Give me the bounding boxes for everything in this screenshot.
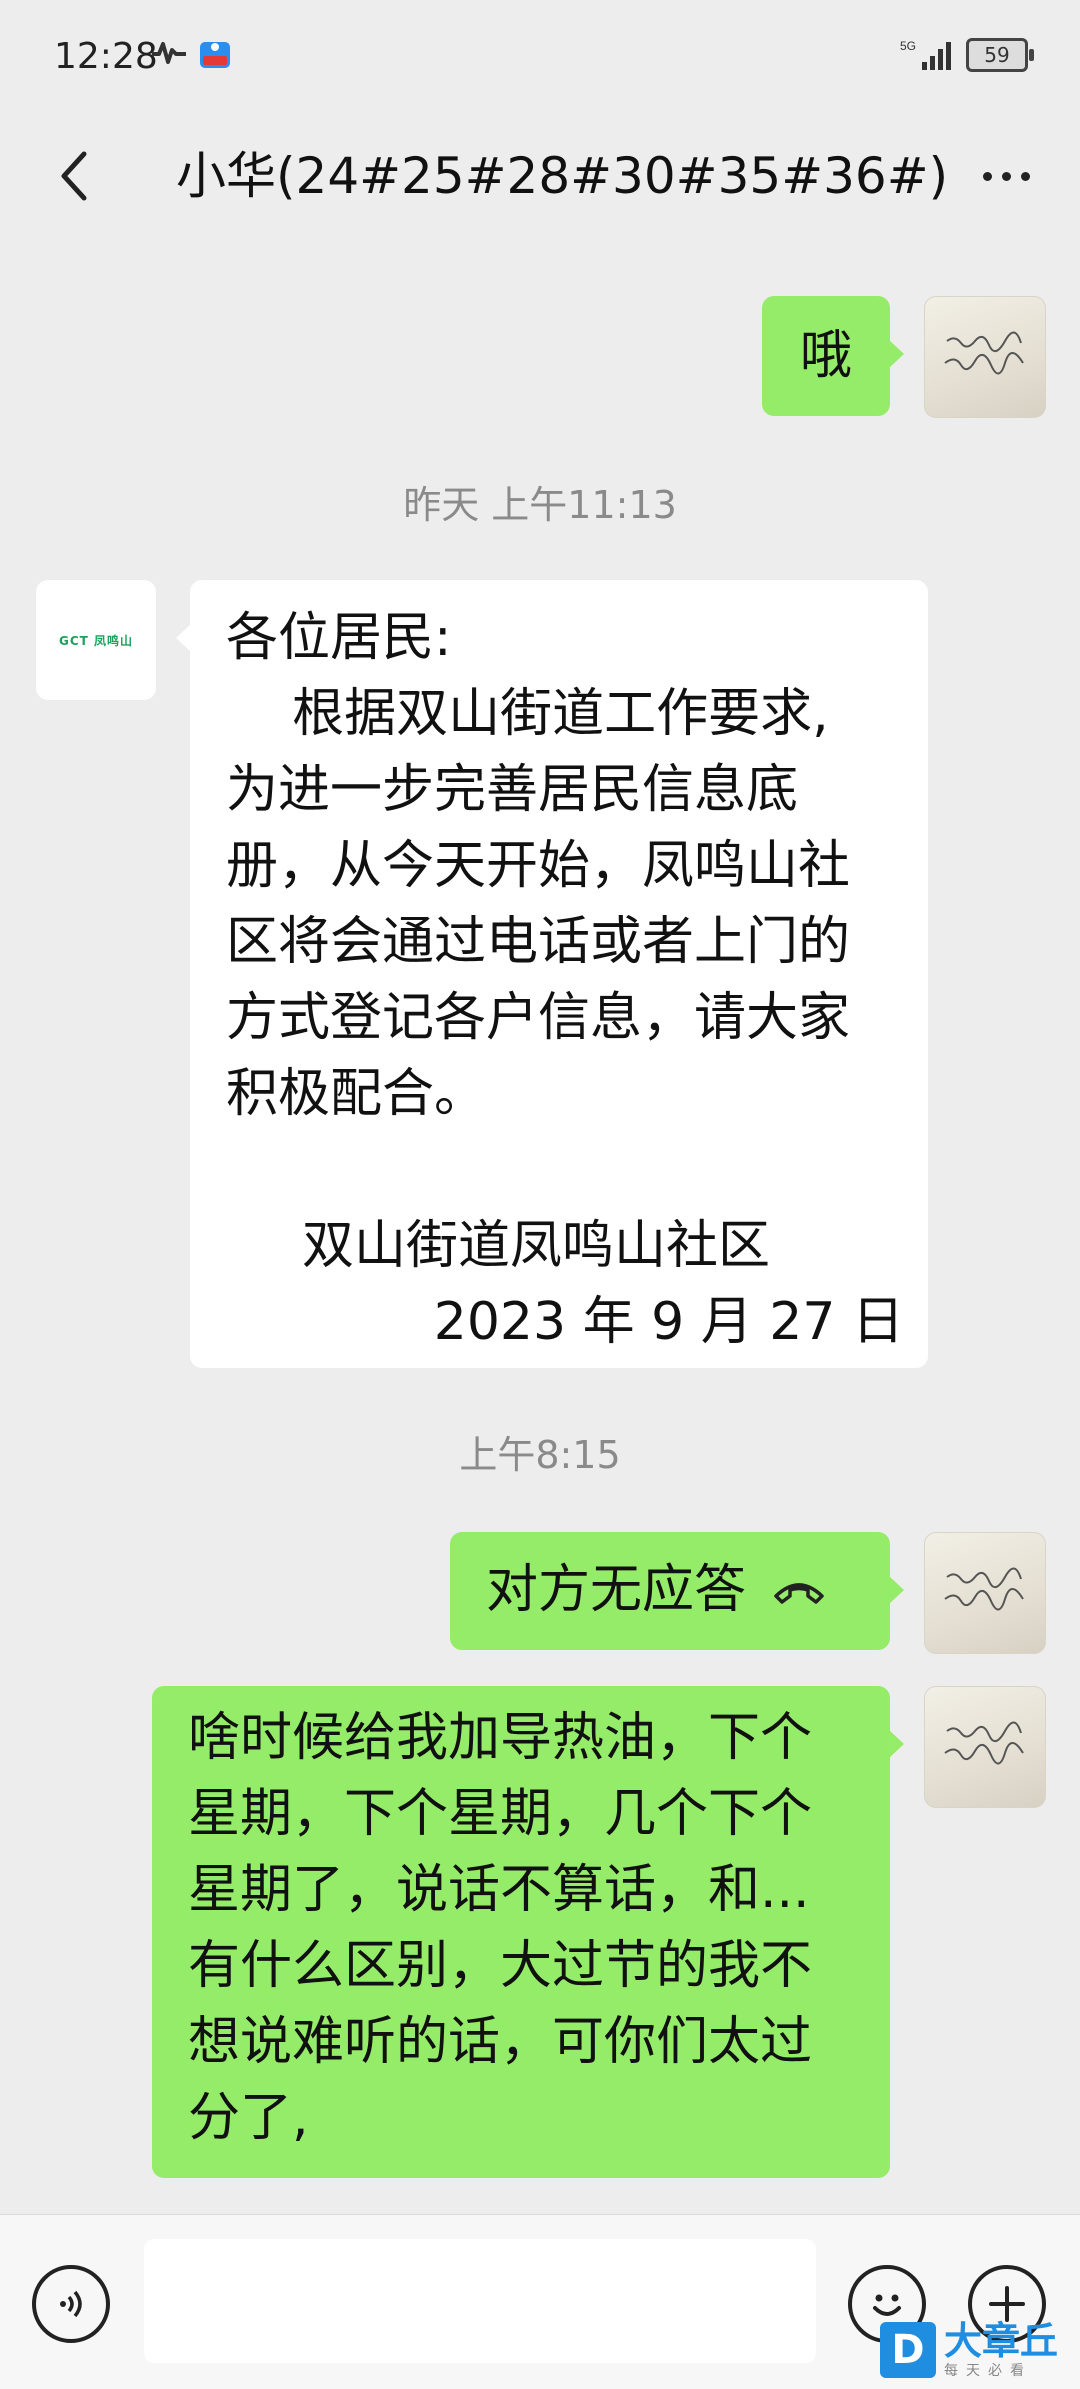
handwriting-avatar-image bbox=[944, 1567, 1024, 1611]
more-options-button[interactable] bbox=[970, 140, 1042, 212]
avatar-self[interactable] bbox=[924, 1532, 1046, 1654]
more-dots-icon bbox=[982, 171, 992, 181]
app-notification-icon bbox=[200, 42, 230, 68]
timestamp: 上午8:15 bbox=[459, 1433, 621, 1477]
notice-line: 区将会通过电话或者上门的 bbox=[226, 912, 851, 972]
avatar-self[interactable] bbox=[924, 1686, 1046, 1808]
chat-title: 小华(24#25#28#30#35#36#) bbox=[176, 147, 949, 205]
handwriting-avatar-image bbox=[944, 1721, 1024, 1765]
message-line: 星期了，说话不算话，和... bbox=[188, 1860, 810, 1920]
org-logo: GCT 凤鸣山 bbox=[58, 633, 134, 648]
message-line: 有什么区别，大过节的我不 bbox=[188, 1936, 813, 1996]
notice-line: 册，从今天开始，凤鸣山社 bbox=[226, 836, 851, 896]
battery-icon: 59 bbox=[966, 38, 1034, 72]
notice-line: 方式登记各户信息，请大家 bbox=[226, 988, 851, 1048]
watermark-title: 大章丘 bbox=[944, 2319, 1059, 2363]
signal-label: 5G bbox=[900, 39, 916, 53]
message-bubble-self[interactable]: 哦 bbox=[762, 296, 904, 416]
heart-rate-icon bbox=[152, 42, 186, 64]
avatar-self[interactable] bbox=[924, 296, 1046, 418]
message-bubble-self[interactable]: 啥时候给我加导热油，下个 星期，下个星期，几个下个 星期了，说话不算话，和...… bbox=[152, 1686, 904, 2178]
handwriting-avatar-image bbox=[944, 331, 1024, 375]
status-time: 12:28 bbox=[54, 36, 158, 77]
signal-icon: 5G bbox=[900, 39, 951, 70]
watermark-logo: D bbox=[880, 2322, 936, 2378]
message-bubble-notice[interactable]: 各位居民: 根据双山街道工作要求, 为进一步完善居民信息底 册，从今天开始，凤鸣… bbox=[176, 580, 928, 1368]
message-input[interactable] bbox=[144, 2239, 816, 2363]
notice-signature-org: 双山街道凤鸣山社区 bbox=[302, 1216, 771, 1276]
message-line: 星期，下个星期，几个下个 bbox=[188, 1784, 813, 1844]
call-status-text: 对方无应答 bbox=[486, 1560, 747, 1620]
notice-line: 根据双山街道工作要求, bbox=[226, 684, 829, 744]
message-line: 想说难听的话，可你们太过 bbox=[188, 2012, 813, 2072]
phone-hangup-icon bbox=[774, 1583, 824, 1604]
voice-icon bbox=[60, 2290, 82, 2318]
watermark: D 大章丘 每天必看 bbox=[880, 2312, 1080, 2388]
message-line: 啥时候给我加导热油，下个 bbox=[188, 1708, 813, 1768]
watermark-subtitle: 每天必看 bbox=[944, 2363, 1032, 2379]
message-text: 哦 bbox=[800, 326, 853, 386]
notice-line: 为进一步完善居民信息底 bbox=[226, 760, 799, 820]
back-button[interactable] bbox=[40, 140, 112, 212]
timestamp: 昨天 上午11:13 bbox=[403, 483, 677, 527]
notice-signature-date: 2023 年 9 月 27 日 bbox=[433, 1292, 904, 1352]
voice-input-button[interactable] bbox=[32, 2265, 110, 2343]
status-bar: 12:28 5G 59 bbox=[0, 0, 1080, 118]
notice-line: 各位居民: bbox=[226, 608, 452, 668]
avatar-org[interactable]: GCT 凤鸣山 bbox=[36, 580, 156, 700]
chat-header: 小华(24#25#28#30#35#36#) bbox=[0, 118, 1080, 234]
notice-line: 积极配合。 bbox=[226, 1064, 487, 1124]
call-record-bubble[interactable]: 对方无应答 bbox=[450, 1532, 904, 1650]
chevron-left-icon bbox=[61, 151, 87, 201]
message-line: 分了, bbox=[188, 2088, 309, 2148]
